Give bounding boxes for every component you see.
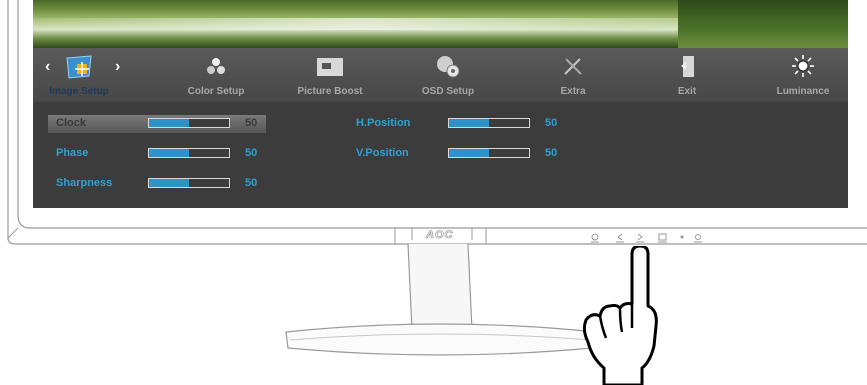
menu-label: Picture Boost bbox=[297, 86, 363, 97]
setting-v-position[interactable]: V.Position 50 bbox=[348, 145, 578, 163]
image-setup-icon bbox=[66, 55, 92, 79]
menu-osd-setup[interactable]: OSD Setup bbox=[403, 48, 493, 102]
osd-settings-panel: Clock 50 Phase 50 Sharpness 50 H.Positio… bbox=[33, 102, 848, 208]
setting-clock[interactable]: Clock 50 bbox=[48, 115, 266, 133]
menu-extra[interactable]: Extra bbox=[533, 48, 613, 102]
phase-slider[interactable] bbox=[148, 148, 230, 158]
menu-color-setup[interactable]: Color Setup bbox=[171, 48, 261, 102]
menu-label: Extra bbox=[560, 86, 586, 97]
menu-picture-boost[interactable]: Picture Boost bbox=[285, 48, 375, 102]
power-icon[interactable] bbox=[591, 233, 599, 243]
slider-fill bbox=[449, 119, 489, 127]
menu-luminance[interactable]: Luminance bbox=[763, 48, 843, 102]
setting-phase[interactable]: Phase 50 bbox=[48, 145, 266, 163]
chevron-right-icon[interactable] bbox=[636, 233, 644, 243]
slider-fill bbox=[149, 149, 189, 157]
wallpaper-image bbox=[33, 0, 848, 48]
menu-label: OSD Setup bbox=[421, 86, 475, 97]
v-position-slider[interactable] bbox=[448, 148, 530, 158]
menu-label: Exit bbox=[677, 86, 697, 97]
setting-value: 50 bbox=[245, 117, 258, 129]
menu-icon[interactable] bbox=[658, 233, 667, 243]
setting-h-position[interactable]: H.Position 50 bbox=[348, 115, 578, 133]
color-setup-icon bbox=[207, 58, 225, 74]
pointing-hand-icon bbox=[582, 246, 658, 385]
slider-fill bbox=[149, 119, 189, 127]
setting-label: H.Position bbox=[356, 117, 411, 129]
monitor-screen: ‹ › Image Setup Color Setup Picture Boos… bbox=[33, 0, 848, 208]
menu-image-setup[interactable]: Image Setup bbox=[35, 48, 123, 102]
exit-icon bbox=[681, 56, 694, 77]
osd-setup-icon bbox=[437, 56, 460, 78]
menu-exit[interactable]: Exit bbox=[657, 48, 717, 102]
setting-label: V.Position bbox=[356, 147, 409, 159]
picture-boost-icon bbox=[317, 58, 343, 76]
chevron-left-icon[interactable] bbox=[616, 233, 624, 243]
extra-icon bbox=[564, 58, 582, 75]
source-icon[interactable] bbox=[694, 234, 702, 243]
dot-icon[interactable] bbox=[680, 235, 684, 239]
setting-value: 50 bbox=[545, 117, 558, 129]
setting-label: Clock bbox=[56, 117, 86, 129]
clock-slider[interactable] bbox=[148, 118, 230, 128]
setting-sharpness[interactable]: Sharpness 50 bbox=[48, 175, 266, 193]
osd-menu-bar: ‹ › Image Setup Color Setup Picture Boos… bbox=[33, 48, 848, 102]
setting-value: 50 bbox=[545, 147, 558, 159]
slider-fill bbox=[449, 149, 489, 157]
luminance-icon bbox=[792, 55, 814, 77]
setting-value: 50 bbox=[245, 177, 258, 189]
menu-label: Image Setup bbox=[49, 86, 109, 97]
setting-label: Phase bbox=[56, 147, 89, 159]
menu-label: Color Setup bbox=[187, 86, 245, 97]
menu-label: Luminance bbox=[776, 86, 830, 97]
setting-value: 50 bbox=[245, 147, 258, 159]
slider-fill bbox=[149, 179, 189, 187]
setting-label: Sharpness bbox=[56, 177, 113, 189]
brand-logo: AOC bbox=[426, 229, 454, 242]
h-position-slider[interactable] bbox=[448, 118, 530, 128]
sharpness-slider[interactable] bbox=[148, 178, 230, 188]
front-panel-buttons bbox=[591, 233, 702, 243]
